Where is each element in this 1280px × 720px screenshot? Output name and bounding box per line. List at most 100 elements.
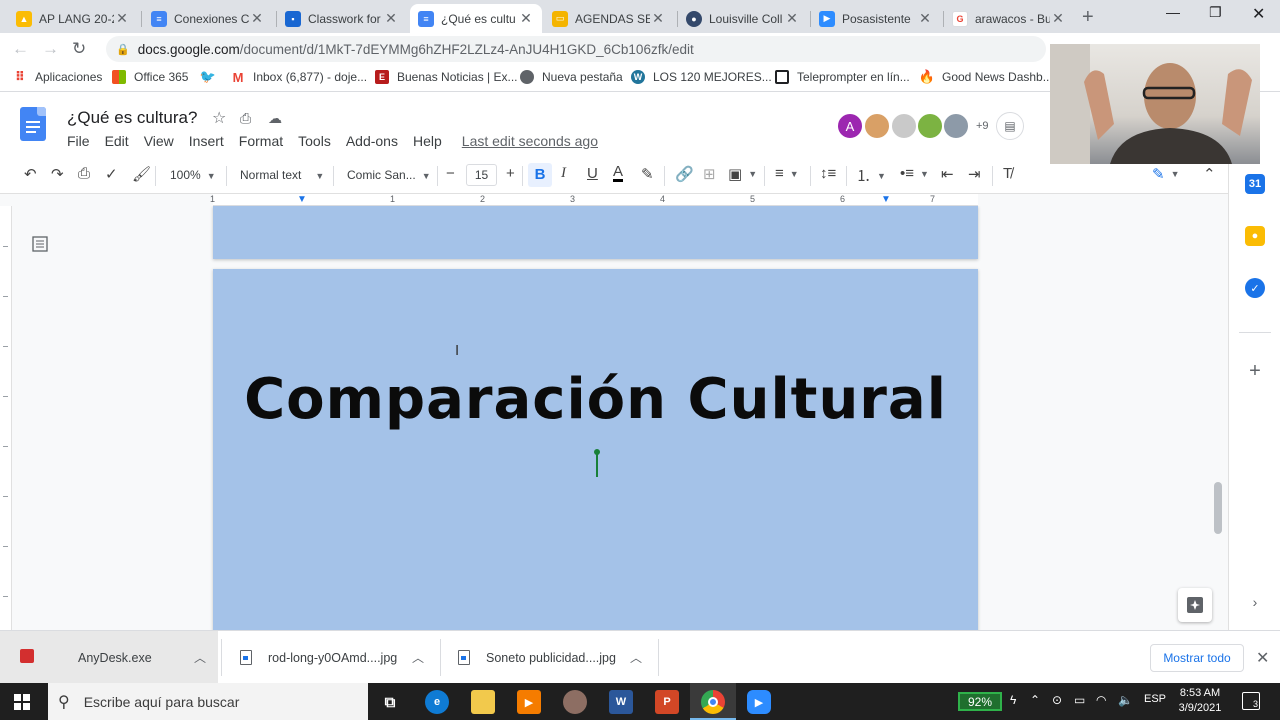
media-player-icon[interactable]: ▶ [517, 690, 541, 714]
menu-format[interactable]: Format [239, 133, 283, 149]
close-icon[interactable]: ✕ [1050, 10, 1066, 27]
editing-mode-icon[interactable]: ✎ ▼ [1152, 165, 1180, 183]
undo-icon[interactable]: ↶ [24, 165, 37, 183]
close-icon[interactable]: ✕ [650, 10, 666, 27]
app-icon[interactable] [563, 690, 587, 714]
avatar[interactable]: A [836, 112, 864, 140]
back-icon[interactable]: ← [12, 39, 29, 59]
bookmark-apps[interactable]: ⠿ Aplicaciones [13, 69, 102, 84]
word-icon[interactable]: W [609, 690, 633, 714]
right-indent-marker[interactable]: ▼ [881, 195, 891, 205]
align-left-icon[interactable]: ≡ ▼ [775, 165, 799, 182]
spellcheck-icon[interactable]: ✓ [105, 165, 118, 183]
close-icon[interactable]: ✕ [917, 10, 933, 27]
menu-view[interactable]: View [144, 133, 174, 149]
more-collaborators-count[interactable]: +9 [976, 120, 989, 132]
power-icon[interactable]: ϟ [1010, 693, 1016, 707]
reload-icon[interactable]: ↻ [72, 39, 86, 59]
meet-now-icon[interactable]: ⊙ [1052, 693, 1062, 707]
close-icon[interactable]: ✕ [383, 10, 399, 27]
bookmark-office[interactable]: Office 365 [112, 70, 188, 84]
increase-font-size-icon[interactable]: + [506, 165, 515, 182]
browser-tab-active[interactable]: ≡ ¿Qué es cultu ✕ [410, 4, 542, 33]
download-item[interactable]: AnyDesk.exe ︿ [0, 631, 218, 684]
calendar-icon[interactable]: 31 [1245, 174, 1265, 194]
menu-tools[interactable]: Tools [298, 133, 331, 149]
document-title[interactable]: ¿Qué es cultura? [67, 108, 197, 128]
notifications-icon[interactable]: 3 [1242, 692, 1260, 710]
left-indent-marker[interactable]: ▼ [297, 195, 307, 205]
font-size-input[interactable]: 15 [466, 164, 497, 186]
file-explorer-icon[interactable] [471, 690, 495, 714]
chrome-icon[interactable] [701, 690, 725, 714]
language-indicator[interactable]: ESP [1144, 693, 1166, 705]
style-select[interactable]: Normal text ▼ [240, 168, 324, 182]
document-page[interactable]: Comparación Cultural [213, 269, 978, 630]
powerpoint-icon[interactable]: P [655, 690, 679, 714]
close-icon[interactable]: ✕ [114, 10, 130, 27]
text-color-button[interactable]: A [613, 164, 624, 182]
avatar[interactable] [942, 112, 970, 140]
chevron-up-icon[interactable]: ︿ [194, 649, 206, 666]
line-spacing-icon[interactable]: ↕≡ [820, 165, 836, 182]
chevron-up-icon[interactable]: ⌃ [1203, 165, 1216, 183]
chevron-right-icon[interactable]: › [1245, 592, 1265, 612]
close-window-icon[interactable]: ✕ [1252, 4, 1265, 24]
taskbar-search[interactable]: ⚲ Escribe aquí para buscar [48, 683, 368, 720]
browser-tab[interactable]: ● Louisville Coll ✕ [678, 4, 808, 33]
close-icon[interactable]: ✕ [784, 10, 800, 27]
keep-icon[interactable]: ● [1245, 226, 1265, 246]
battery-icon[interactable]: ▭ [1074, 693, 1085, 707]
menu-insert[interactable]: Insert [189, 133, 224, 149]
avatar[interactable] [916, 112, 944, 140]
close-icon[interactable]: ✕ [1256, 648, 1269, 668]
decrease-font-size-icon[interactable]: − [446, 165, 455, 182]
windows-start-icon[interactable] [14, 694, 30, 710]
clear-formatting-icon[interactable]: T̸ [1003, 165, 1012, 182]
bookmark-teleprompter[interactable]: Teleprompter en lín... [775, 70, 910, 84]
font-select[interactable]: Comic San... ▼ [347, 168, 431, 182]
bookmark-buenas-noticias[interactable]: E Buenas Noticias | Ex... [375, 70, 518, 84]
menu-file[interactable]: File [67, 133, 90, 149]
increase-indent-icon[interactable]: ⇥ [968, 165, 981, 183]
numbered-list-icon[interactable]: ⒈ ▼ [856, 165, 886, 186]
add-addon-icon[interactable]: + [1245, 360, 1265, 382]
new-tab-button[interactable]: + [1082, 6, 1094, 29]
battery-indicator[interactable]: 92% [958, 692, 1002, 711]
document-outline-icon[interactable] [32, 236, 48, 252]
wifi-icon[interactable]: ◠ [1096, 693, 1106, 707]
bookmark-good-news[interactable]: 🔥 Good News Dashb... [919, 69, 1053, 84]
insert-image-icon[interactable]: ▣ ▼ [728, 165, 757, 183]
document-canvas[interactable]: Comparación Cultural I [0, 206, 1228, 630]
redo-icon[interactable]: ↷ [51, 165, 64, 183]
star-icon[interactable]: ☆ [212, 108, 226, 128]
italic-button[interactable]: I [561, 165, 566, 182]
chevron-up-icon[interactable]: ︿ [630, 649, 642, 666]
link-icon[interactable]: 🔗 [675, 165, 694, 183]
bookmark-wordpress[interactable]: W LOS 120 MEJORES... [631, 70, 772, 84]
browser-tab[interactable]: ▶ Posasistente ✕ [811, 4, 941, 33]
document-page[interactable] [213, 206, 978, 259]
forward-icon[interactable]: → [42, 39, 59, 59]
browser-tab[interactable]: ≡ Conexiones C ✕ [143, 4, 273, 33]
menu-edit[interactable]: Edit [105, 133, 129, 149]
document-heading[interactable]: Comparación Cultural [213, 367, 978, 432]
zoom-select[interactable]: 100% ▼ [170, 168, 216, 182]
avatar[interactable] [890, 112, 918, 140]
explore-button[interactable] [1178, 588, 1212, 622]
last-edit-link[interactable]: Last edit seconds ago [462, 133, 598, 149]
address-bar[interactable]: 🔒 docs.google.com /document/d/1MkT-7dEYM… [106, 36, 1046, 62]
paint-format-icon[interactable]: 🖌 [132, 165, 151, 183]
download-item[interactable]: Soneto publicidad....jpg ︿ [458, 631, 654, 684]
comment-icon[interactable]: ⊞ [703, 165, 716, 183]
avatar[interactable] [863, 112, 891, 140]
print-icon[interactable]: ⎙ [78, 165, 90, 182]
bookmark-nueva-pestana[interactable]: Nueva pestaña [520, 70, 623, 84]
tasks-icon[interactable]: ✓ [1245, 278, 1265, 298]
volume-icon[interactable]: 🔈 [1118, 693, 1133, 707]
menu-add-ons[interactable]: Add-ons [346, 133, 398, 149]
zoom-app-icon[interactable]: ▶ [747, 690, 771, 714]
task-view-icon[interactable]: ⧉ [378, 690, 402, 714]
bookmark-twitter[interactable]: 🐦 [200, 69, 223, 84]
bulleted-list-icon[interactable]: •≡ ▼ [900, 165, 929, 182]
